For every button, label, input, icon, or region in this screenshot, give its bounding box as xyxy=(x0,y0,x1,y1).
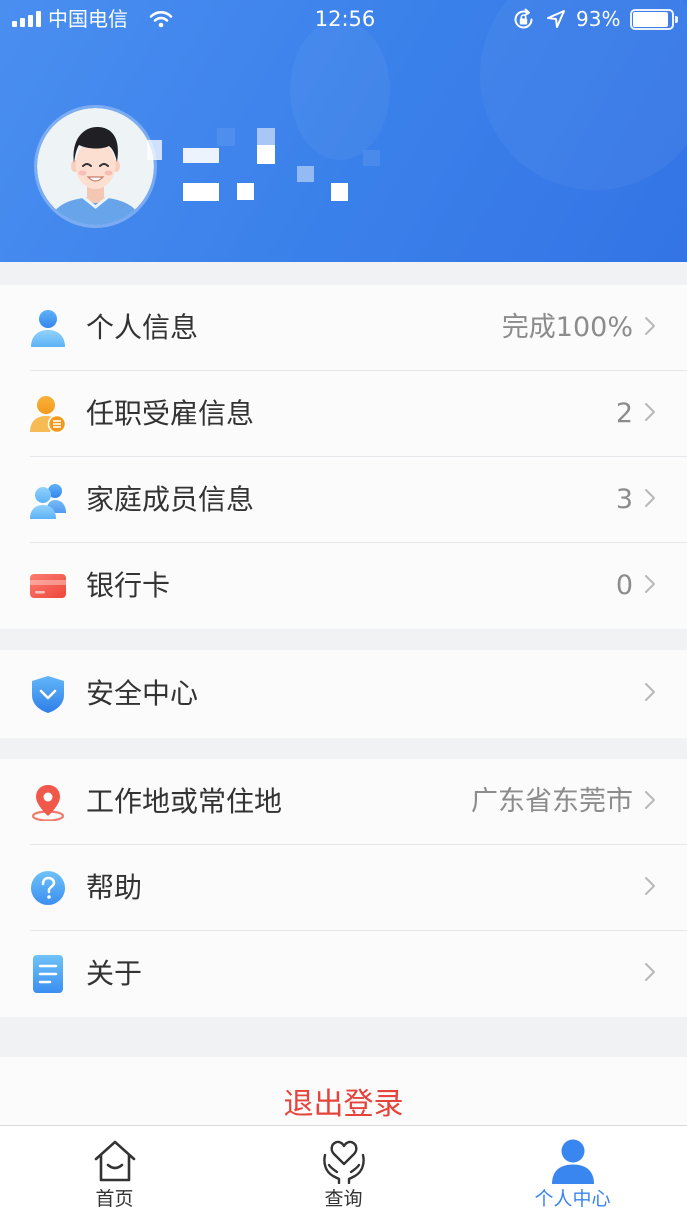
chevron-right-icon xyxy=(644,402,656,422)
menu-item-employment-info[interactable]: 任职受雇信息 2 xyxy=(0,371,687,457)
menu-item-value: 完成100% xyxy=(501,312,633,343)
menu-item-security-center[interactable]: 安全中心 xyxy=(0,650,687,738)
menu-item-label: 安全中心 xyxy=(86,677,199,710)
chevron-right-icon xyxy=(644,876,656,896)
chevron-right-icon xyxy=(644,316,656,336)
status-bar: 中国电信 12:56 93% xyxy=(0,0,687,40)
tab-bar: 首页 查询 个人中心 xyxy=(0,1125,687,1222)
battery-percentage: 93% xyxy=(576,7,621,31)
heart-hands-icon xyxy=(320,1138,368,1184)
family-members-icon xyxy=(30,481,66,519)
tab-home[interactable]: 首页 xyxy=(0,1126,229,1222)
chevron-right-icon xyxy=(644,790,656,810)
menu-item-about[interactable]: 关于 xyxy=(0,931,687,1017)
employee-badge-icon xyxy=(30,395,66,433)
tab-personal-center[interactable]: 个人中心 xyxy=(458,1126,687,1222)
profile-header: 中国电信 12:56 93% xyxy=(0,0,687,262)
menu-item-label: 帮助 xyxy=(86,871,143,904)
menu-item-value: 0 xyxy=(615,570,633,601)
chevron-right-icon xyxy=(644,488,656,508)
signal-icon xyxy=(12,11,42,27)
menu-item-label: 银行卡 xyxy=(86,569,171,602)
menu-item-bank-card[interactable]: 银行卡 0 xyxy=(0,543,687,629)
menu-item-label: 工作地或常住地 xyxy=(86,785,283,818)
location-arrow-icon xyxy=(547,10,565,28)
avatar-icon xyxy=(37,108,154,225)
tab-label: 首页 xyxy=(95,1188,134,1210)
menu-item-work-residence[interactable]: 工作地或常住地 广东省东莞市 xyxy=(0,759,687,845)
menu-item-help[interactable]: 帮助 xyxy=(0,845,687,931)
wifi-icon xyxy=(149,10,173,28)
home-icon xyxy=(91,1138,139,1184)
menu-group-personal: 个人信息 完成100% 任职受雇信息 2 家庭成员信息 3 银行卡 0 xyxy=(0,285,687,629)
menu-item-label: 关于 xyxy=(86,957,143,990)
menu-item-label: 个人信息 xyxy=(86,311,199,344)
tab-label: 个人中心 xyxy=(534,1188,611,1210)
clock-time: 12:56 xyxy=(314,7,376,31)
menu-item-label: 家庭成员信息 xyxy=(86,483,255,516)
redacted-username xyxy=(147,128,380,201)
help-icon xyxy=(30,869,66,907)
bank-card-icon xyxy=(30,567,66,605)
document-icon xyxy=(30,955,66,993)
tab-query[interactable]: 查询 xyxy=(229,1126,458,1222)
tab-label: 查询 xyxy=(324,1188,363,1210)
battery-icon xyxy=(630,9,678,30)
avatar[interactable] xyxy=(37,108,154,225)
battery-level-fill xyxy=(633,12,669,27)
shield-icon xyxy=(30,675,66,713)
menu-item-personal-info[interactable]: 个人信息 完成100% xyxy=(0,285,687,371)
chevron-right-icon xyxy=(644,962,656,982)
user-icon xyxy=(549,1138,597,1184)
menu-group-security: 安全中心 xyxy=(0,650,687,738)
menu-item-value: 2 xyxy=(615,398,633,429)
chevron-right-icon xyxy=(644,682,656,702)
chevron-right-icon xyxy=(644,574,656,594)
location-pin-icon xyxy=(30,783,66,821)
menu-group-misc: 工作地或常住地 广东省东莞市 帮助 关于 xyxy=(0,759,687,1017)
menu-item-value: 3 xyxy=(615,484,633,515)
menu-item-value: 广东省东莞市 xyxy=(471,786,633,817)
orientation-lock-icon xyxy=(512,8,535,31)
carrier-name: 中国电信 xyxy=(48,7,128,31)
menu-item-family-members[interactable]: 家庭成员信息 3 xyxy=(0,457,687,543)
menu-item-label: 任职受雇信息 xyxy=(86,397,255,430)
person-icon xyxy=(30,309,66,347)
